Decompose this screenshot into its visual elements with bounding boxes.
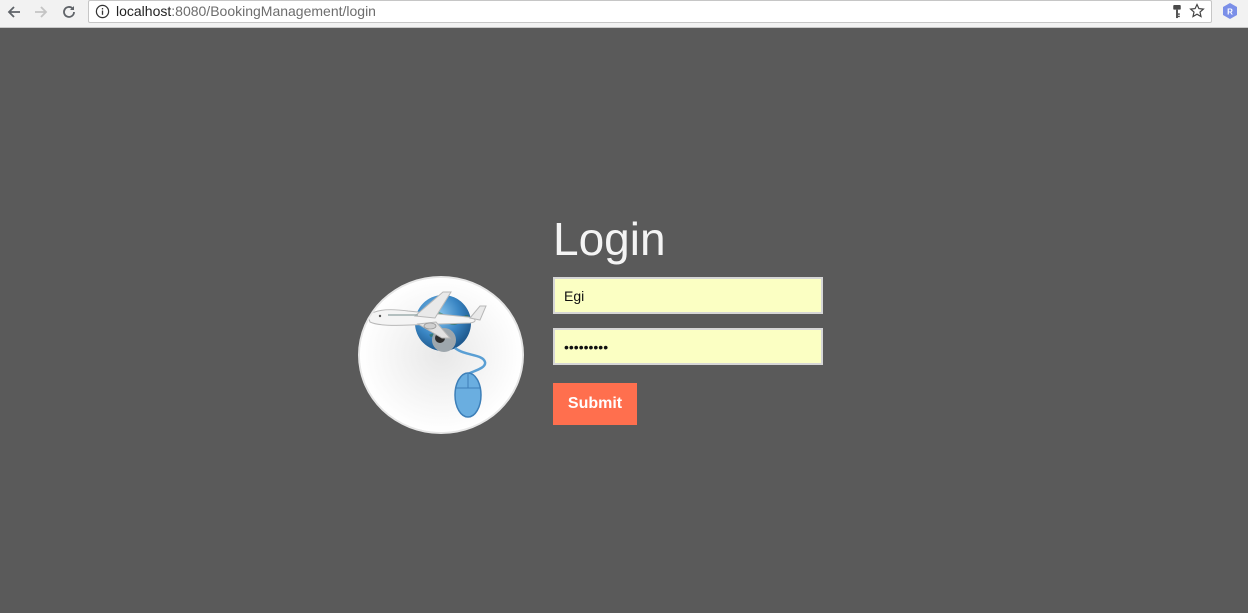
extension-icon[interactable]: R: [1221, 2, 1239, 20]
reload-icon: [63, 6, 75, 18]
submit-button[interactable]: Submit: [553, 383, 637, 425]
airplane-globe-mouse-icon: [360, 278, 522, 432]
reload-button[interactable]: [59, 2, 79, 22]
browser-toolbar: localhost:8080/BookingManagement/login R: [0, 0, 1248, 28]
key-icon[interactable]: [1170, 4, 1184, 19]
back-button[interactable]: [4, 2, 24, 22]
star-icon[interactable]: [1189, 3, 1205, 19]
login-title: Login: [553, 213, 666, 265]
username-input[interactable]: [553, 277, 823, 314]
url-text: localhost:8080/BookingManagement/login: [116, 3, 376, 20]
address-bar[interactable]: localhost:8080/BookingManagement/login: [88, 0, 1212, 23]
url-host: localhost: [116, 3, 172, 19]
url-path: :8080/BookingManagement/login: [171, 3, 376, 19]
back-arrow-icon: [7, 6, 20, 18]
password-input[interactable]: [553, 328, 823, 365]
logo-image: [358, 276, 524, 434]
forward-arrow-icon: [35, 6, 48, 18]
forward-button[interactable]: [31, 2, 51, 22]
info-icon[interactable]: [95, 4, 110, 19]
extension-letter: R: [1227, 8, 1233, 17]
